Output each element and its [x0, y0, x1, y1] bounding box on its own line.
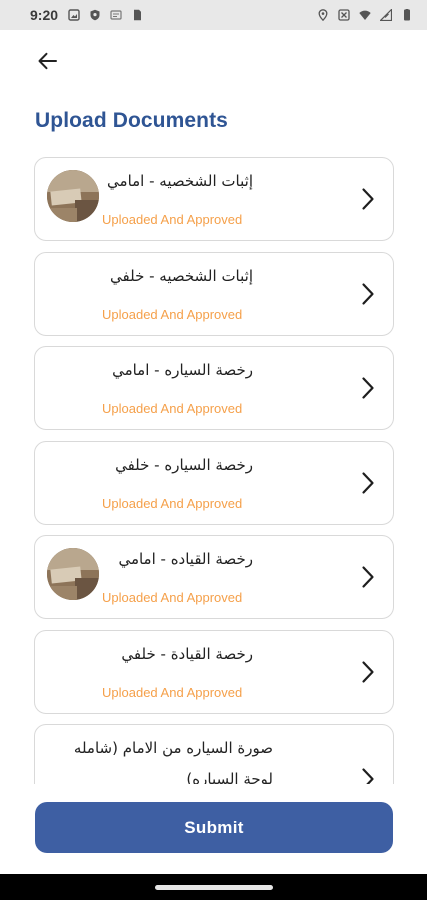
chevron-right-icon — [362, 768, 374, 784]
document-list: إثبات الشخصيه - امامي Uploaded And Approv… — [0, 157, 427, 784]
document-card[interactable]: رخصة السياره - امامي Uploaded And Approve… — [34, 346, 394, 430]
document-thumbnail — [47, 170, 99, 222]
arrow-left-icon — [38, 52, 57, 70]
wifi-icon — [359, 10, 371, 20]
navigation-bar — [0, 874, 427, 900]
document-status: Uploaded And Approved — [102, 212, 243, 227]
document-name: إثبات الشخصيه - امامي — [107, 172, 253, 190]
no-sim-icon — [338, 9, 350, 21]
document-name: رخصة القياده - امامي — [118, 550, 253, 568]
document-thumbnail — [47, 548, 99, 600]
chevron-right-icon — [362, 377, 374, 399]
document-status: Uploaded And Approved — [102, 495, 243, 511]
chevron-right-icon — [362, 471, 374, 494]
document-card[interactable]: إثبات الشخصيه - خلفي Uploaded And Approve… — [34, 251, 394, 336]
sim-card-icon — [134, 9, 142, 21]
document-card[interactable]: إثبات الشخصيه - امامي Uploaded And Approv… — [34, 157, 394, 241]
document-card[interactable]: رخصة القيادة - خلفي Uploaded And Approved — [34, 629, 394, 714]
page-title: Upload Documents — [35, 109, 228, 132]
home-gesture-handle[interactable] — [155, 885, 273, 890]
document-name: رخصة السياره - امامي — [112, 361, 253, 379]
document-status: Uploaded And Approved — [102, 401, 243, 416]
document-status: Uploaded And Approved — [102, 590, 243, 605]
document-card[interactable]: صورة السياره من الامام (شامله لوحة السيا… — [34, 724, 394, 784]
document-name: رخصة السياره - خلفي — [115, 455, 253, 474]
signal-icon — [380, 9, 392, 21]
status-right-icons — [317, 9, 413, 21]
back-button[interactable] — [30, 46, 64, 76]
shield-icon — [90, 9, 100, 21]
location-icon — [318, 9, 328, 21]
chevron-right-icon — [362, 188, 374, 210]
notification-icon — [110, 10, 122, 20]
chevron-right-icon — [362, 566, 374, 588]
battery-icon — [404, 9, 410, 21]
document-status: Uploaded And Approved — [102, 684, 243, 700]
chevron-right-icon — [362, 282, 374, 305]
document-name: صورة السياره من الامام (شامله لوحة السيا… — [73, 739, 273, 784]
photo-icon — [68, 9, 80, 21]
status-time: 9:20 — [30, 7, 59, 23]
status-bar: 9:20 — [0, 0, 427, 30]
document-card[interactable]: رخصة السياره - خلفي Uploaded And Approved — [34, 440, 394, 525]
document-card[interactable]: رخصة القياده - امامي Uploaded And Approve… — [34, 535, 394, 619]
status-left-icons — [68, 9, 143, 21]
document-name: رخصة القيادة - خلفي — [121, 644, 253, 663]
document-name: إثبات الشخصيه - خلفي — [110, 266, 253, 285]
document-status: Uploaded And Approved — [102, 306, 243, 322]
submit-button[interactable]: Submit — [35, 802, 393, 853]
chevron-right-icon — [362, 660, 374, 683]
upload-documents-screen: 9:20 Upload Documents إثبات الشخصيه - ام… — [0, 0, 427, 900]
